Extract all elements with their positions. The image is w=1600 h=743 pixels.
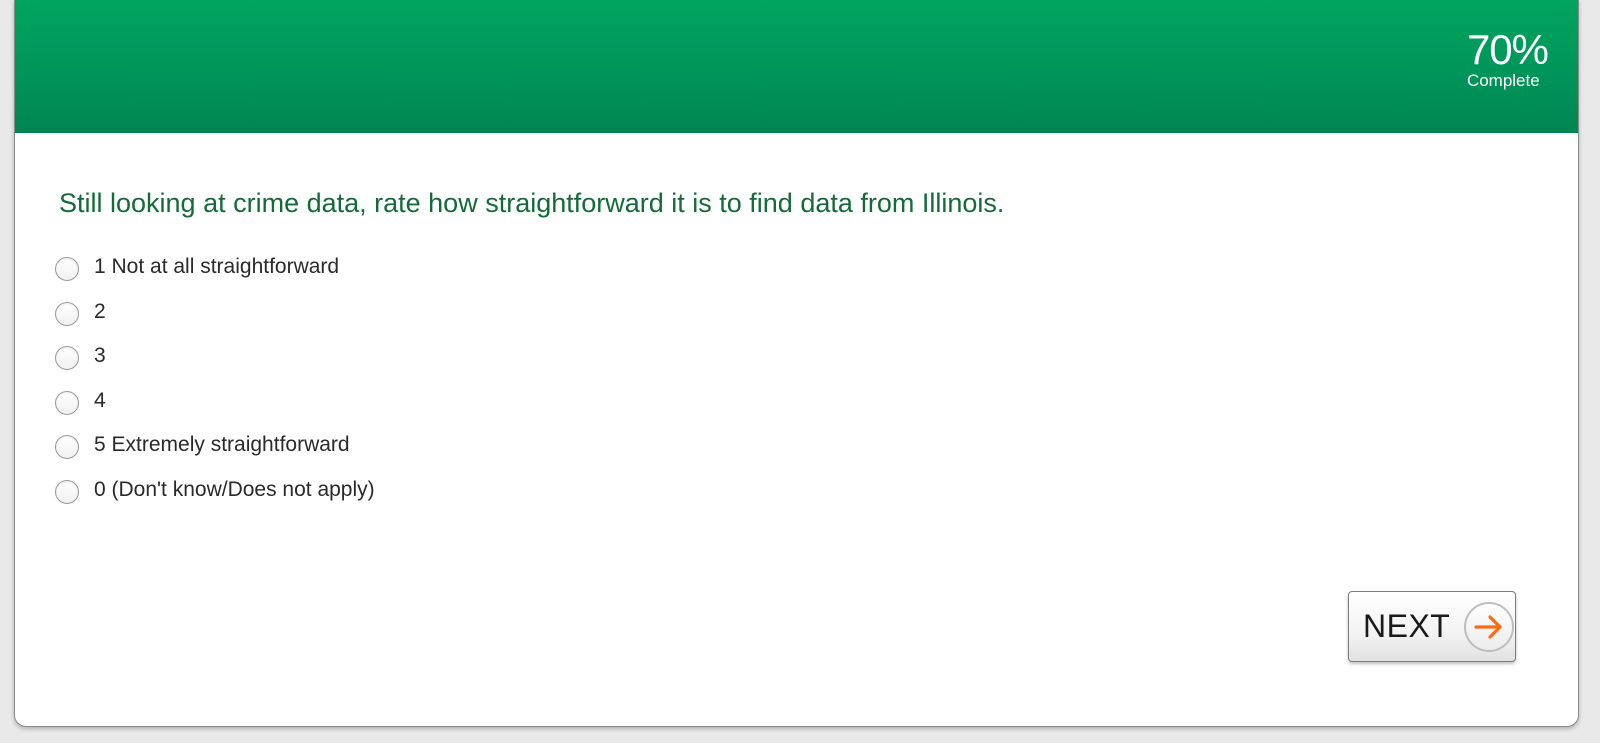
radio-button[interactable] xyxy=(55,301,79,326)
option-label: 0 (Don't know/Does not apply) xyxy=(94,477,375,501)
answer-options: 1 Not at all straightforward 2 3 4 5 Ext… xyxy=(55,245,375,512)
radio-button[interactable] xyxy=(55,346,79,371)
arrow-right-icon-graphic xyxy=(1474,614,1502,639)
radio-button[interactable] xyxy=(55,479,79,504)
next-button[interactable]: NEXT xyxy=(1348,591,1516,662)
option-label: 2 xyxy=(94,299,106,323)
option-label: 3 xyxy=(94,344,106,368)
option-4[interactable]: 4 xyxy=(55,379,375,424)
option-1[interactable]: 1 Not at all straightforward xyxy=(55,245,375,290)
option-0[interactable]: 0 (Don't know/Does not apply) xyxy=(55,468,375,513)
radio-button[interactable] xyxy=(55,390,79,415)
question-text: Still looking at crime data, rate how st… xyxy=(59,188,1005,218)
option-5[interactable]: 5 Extremely straightforward xyxy=(55,423,375,468)
option-label: 1 Not at all straightforward xyxy=(94,255,340,279)
survey-panel: 70% Complete Still looking at crime data… xyxy=(14,0,1579,727)
option-label: 5 Extremely straightforward xyxy=(94,433,350,457)
radio-button[interactable] xyxy=(55,435,79,460)
progress-indicator: 70% Complete xyxy=(1466,26,1549,91)
progress-percent: 70% xyxy=(1466,26,1549,73)
option-label: 4 xyxy=(94,388,106,412)
progress-label: Complete xyxy=(1466,71,1540,90)
option-2[interactable]: 2 xyxy=(55,290,375,335)
arrow-right-icon xyxy=(1464,601,1515,652)
header-bar: 70% Complete xyxy=(15,0,1578,133)
radio-button[interactable] xyxy=(55,257,79,282)
next-button-label: NEXT xyxy=(1363,608,1451,644)
option-3[interactable]: 3 xyxy=(55,334,375,379)
